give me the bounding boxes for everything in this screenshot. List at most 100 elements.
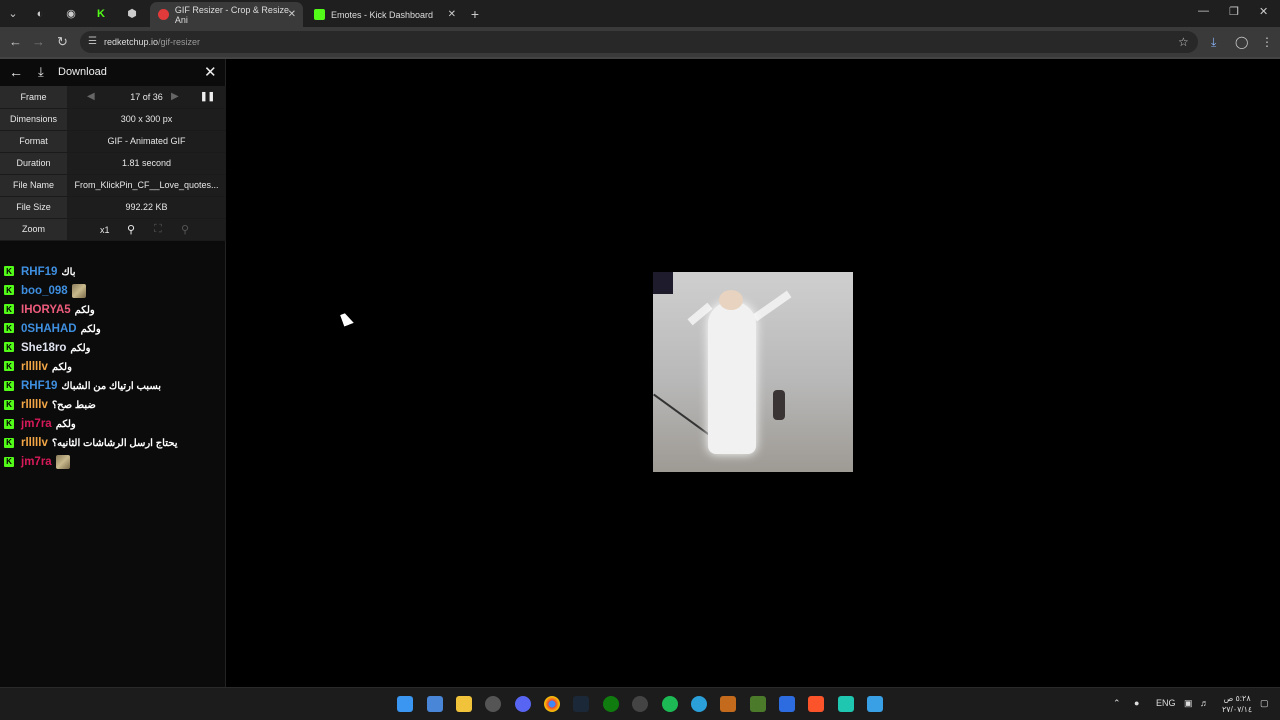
duration-value: 1.81 second (67, 152, 226, 175)
chat-message: Kjm7ra (0, 453, 226, 472)
app-icon[interactable] (720, 696, 736, 712)
chat-text: ولكم (70, 342, 91, 354)
kick-tab-icon[interactable]: K (92, 5, 110, 22)
tab-search-icon[interactable]: ⌄ (4, 5, 22, 22)
tab-strip: ⌄ ◐ ◉ K ⬢ GIF Resizer - Crop & Resize An… (0, 0, 1280, 27)
panel-header: ← ⤓ Download ✕ (0, 59, 225, 86)
chat-username[interactable]: rlllllv ولكم (21, 361, 72, 373)
chat-message: K RHF19 بسبب ارتياك من الشباك (0, 377, 226, 396)
close-panel-icon[interactable]: ✕ (204, 63, 217, 81)
close-window-icon[interactable]: ✕ (1259, 5, 1268, 18)
store-icon[interactable] (427, 696, 443, 712)
site-info-icon[interactable]: ☰ (88, 36, 97, 47)
next-frame-icon[interactable]: ▶ (171, 91, 179, 102)
chat-username[interactable]: jm7ra (21, 455, 70, 470)
chat-text: يحتاج ارسل الرشاشات الثانيه؟ (51, 438, 178, 450)
bookmark-star-icon[interactable]: ☆ (1178, 35, 1189, 49)
gif-arm (752, 290, 792, 322)
tab-label: GIF Resizer - Crop & Resize Ani (174, 4, 289, 25)
app-icon[interactable] (750, 696, 766, 712)
chat-username[interactable]: RHF19 بسبب ارتياك من الشباك (21, 380, 161, 392)
close-tab-icon[interactable]: ✕ (288, 9, 296, 20)
profile-icon[interactable]: ◯ (1235, 35, 1248, 49)
kick-badge-icon: K (4, 418, 14, 429)
tray-chevron-icon[interactable]: ⌃ (1113, 698, 1121, 709)
app-icon[interactable] (838, 696, 854, 712)
discord-icon[interactable] (515, 696, 531, 712)
chat-username[interactable]: RHF19 باك (21, 266, 76, 278)
table-row: Duration 1.81 second (0, 152, 226, 175)
previous-frame-icon[interactable]: ◀ (87, 91, 95, 102)
brave-icon[interactable] (808, 696, 824, 712)
back-arrow-icon[interactable]: ← (9, 64, 23, 80)
back-icon[interactable]: ← (9, 34, 22, 49)
zoom-controls: x1 ⚲ ⛶ ⚲ (67, 218, 226, 241)
start-icon[interactable] (397, 696, 413, 712)
volume-icon[interactable]: ♬ (1200, 698, 1209, 708)
downloads-icon[interactable]: ⤓ (1211, 35, 1216, 50)
forward-icon[interactable]: → (32, 34, 45, 49)
frame-counter: 17 of 36 (130, 91, 163, 102)
download-button[interactable]: Download (58, 66, 107, 78)
system-clock[interactable]: ٥:٢٨ ص ٢٧/٠٧/١٤ (1222, 693, 1252, 715)
gif-head (719, 290, 743, 310)
language-indicator[interactable]: ENG (1156, 698, 1176, 708)
kick-favicon-icon (314, 9, 325, 20)
app-icon[interactable] (779, 696, 795, 712)
chat-text: باك (61, 266, 76, 278)
pinned-tab-icon[interactable]: ◐ (31, 5, 49, 22)
app-icon[interactable] (485, 696, 501, 712)
restore-icon[interactable]: ❐ (1229, 5, 1239, 18)
kick-chat-overlay: K RHF19 باك Kboo_098 K IHORYA5 ولكم K 0SHAHAD… (0, 262, 226, 472)
pause-icon[interactable]: ❚❚ (200, 91, 215, 102)
kick-badge-icon: K (4, 456, 14, 467)
chat-username[interactable]: jm7ra ولكم (21, 418, 76, 430)
gif-bag (773, 390, 785, 420)
chat-message: Krlllllv يحتاج ارسل الرشاشات الثانيه؟ (0, 434, 226, 453)
pinned-tab-icon[interactable]: ◉ (62, 5, 80, 22)
fit-screen-icon[interactable]: ⛶ (154, 223, 162, 236)
zoom-out-icon[interactable]: ⚲ (181, 223, 189, 236)
app-icon[interactable] (691, 696, 707, 712)
download-icon[interactable]: ⤓ (38, 64, 44, 80)
minimize-icon[interactable]: — (1198, 5, 1209, 17)
network-icon[interactable]: ▣ (1184, 698, 1193, 709)
kick-badge-icon: K (4, 285, 14, 296)
new-tab-icon[interactable]: + (466, 5, 484, 22)
menu-icon[interactable]: ⋮ (1261, 35, 1273, 49)
chat-username[interactable]: boo_098 (21, 283, 86, 298)
row-label: Dimensions (0, 108, 67, 131)
row-label: Frame (0, 86, 67, 109)
file-explorer-icon[interactable] (456, 696, 472, 712)
gif-preview-image[interactable] (653, 272, 853, 472)
chat-username[interactable]: IHORYA5 ولكم (21, 304, 95, 316)
zoom-value: x1 (100, 224, 110, 235)
app-icon[interactable] (632, 696, 648, 712)
close-tab-icon[interactable]: ✕ (448, 9, 456, 20)
gif-frame-corner (653, 272, 673, 294)
tab-gif-resizer[interactable]: GIF Resizer - Crop & Resize Ani ✕ (150, 2, 303, 27)
pinned-tab-icon[interactable]: ⬢ (123, 5, 141, 22)
emote-icon (71, 283, 86, 298)
app-icon[interactable] (867, 696, 883, 712)
chat-username[interactable]: rlllllv ضبط صح؟ (21, 399, 96, 411)
xbox-icon[interactable] (603, 696, 619, 712)
tab-kick-emotes[interactable]: Emotes - Kick Dashboard ✕ (306, 2, 463, 27)
url-input[interactable]: ☰ redketchup.io/gif-resizer (80, 31, 1198, 53)
microphone-icon[interactable]: ● (1134, 698, 1139, 708)
kick-badge-icon: K (4, 399, 14, 410)
steam-icon[interactable] (573, 696, 589, 712)
chat-username[interactable]: 0SHAHAD ولكم (21, 323, 101, 335)
notifications-icon[interactable]: ▢ (1260, 698, 1269, 709)
chrome-icon[interactable] (544, 696, 560, 712)
spotify-icon[interactable] (662, 696, 678, 712)
chat-username[interactable]: rlllllv يحتاج ارسل الرشاشات الثانيه؟ (21, 437, 177, 449)
kick-badge-icon: K (4, 437, 14, 448)
zoom-in-icon[interactable]: ⚲ (127, 223, 135, 236)
chat-username[interactable]: She18ro ولكم (21, 342, 90, 354)
row-label: Duration (0, 152, 67, 175)
frame-controls: ◀ 17 of 36 ▶ ❚❚ (67, 86, 226, 109)
dimensions-value: 300 x 300 px (67, 108, 226, 131)
reload-icon[interactable]: ↻ (57, 34, 68, 50)
table-row: Format GIF - Animated GIF (0, 130, 226, 153)
